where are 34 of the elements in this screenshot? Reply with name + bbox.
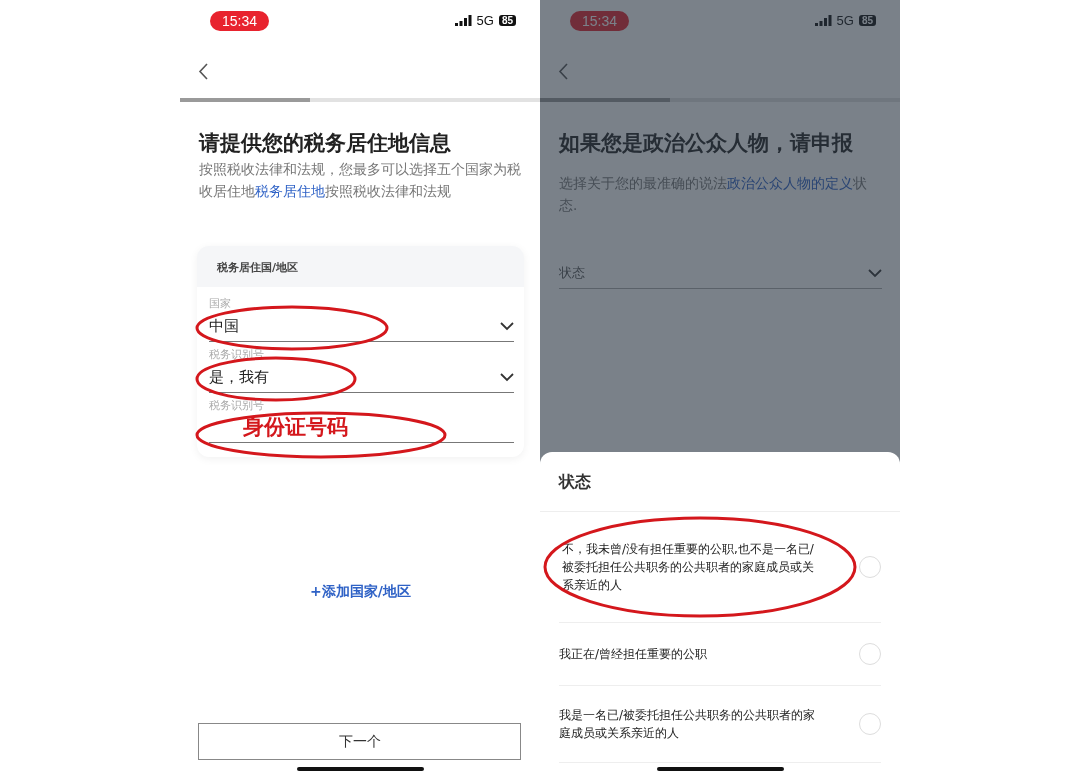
page-title: 如果您是政治公众人物，请申报 — [559, 130, 854, 157]
time-pill: 15:34 — [210, 10, 270, 31]
next-button[interactable]: 下一个 — [198, 723, 521, 760]
network-label: 5G — [836, 13, 854, 28]
back-icon[interactable] — [198, 63, 208, 80]
field-label: 税务识别号 — [209, 399, 264, 413]
field-value: 中国 — [209, 317, 239, 336]
sheet-title: 状态 — [540, 452, 900, 512]
signal-icon — [814, 15, 832, 26]
option-text: 我是一名已/被委托担任公共职务的公共职者的家庭成员或关系亲近的人 — [559, 707, 817, 742]
chevron-down-icon — [868, 268, 882, 278]
select-field[interactable]: 是，我有 — [209, 362, 514, 393]
select-field[interactable]: 中国 — [209, 311, 514, 342]
network-label: 5G — [476, 13, 494, 28]
subtitle-text: 按照税收法律和法规，您最多可以选择五个国家为税收居住地税务居住地按照税收法律和法规 — [199, 160, 522, 201]
card-header: 税务居住国/地区 — [216, 260, 300, 276]
field-label: 国家 — [209, 297, 231, 311]
chevron-down-icon — [500, 322, 514, 331]
definition-link[interactable]: 税务居住地 — [255, 183, 325, 199]
time-pill: 15:34 — [570, 10, 630, 31]
field-placeholder: 状态 — [559, 264, 585, 282]
chevron-down-icon — [500, 373, 514, 382]
option-text: 我正在/曾经担任重要的公职 — [559, 646, 708, 663]
battery-indicator: 85 — [858, 15, 876, 26]
status-option[interactable]: 我正在/曾经担任重要的公职 — [559, 623, 881, 686]
signal-icon — [454, 15, 472, 26]
status-option[interactable]: 不，我未曾/没有担任重要的公职,也不是一名已/被委托担任公共职务的公共职者的家庭成员或关系亲近的人 — [559, 512, 881, 623]
field-value: 是，我有 — [209, 368, 269, 387]
status-option[interactable]: 我是一名已/被委托担任公共职务的公共职者的家庭成员或关系亲近的人 — [559, 686, 881, 763]
add-country-link[interactable]: +添加国家/地区 — [310, 583, 411, 601]
page-title: 请提供您的税务居住地信息 — [199, 130, 452, 157]
battery-indicator: 85 — [498, 15, 516, 26]
annotation-text: 身份证号码 — [243, 414, 348, 441]
option-text: 不，我未曾/没有担任重要的公职,也不是一名已/被委托担任公共职务的公共职者的家庭成员或关系亲近的人 — [562, 541, 815, 594]
